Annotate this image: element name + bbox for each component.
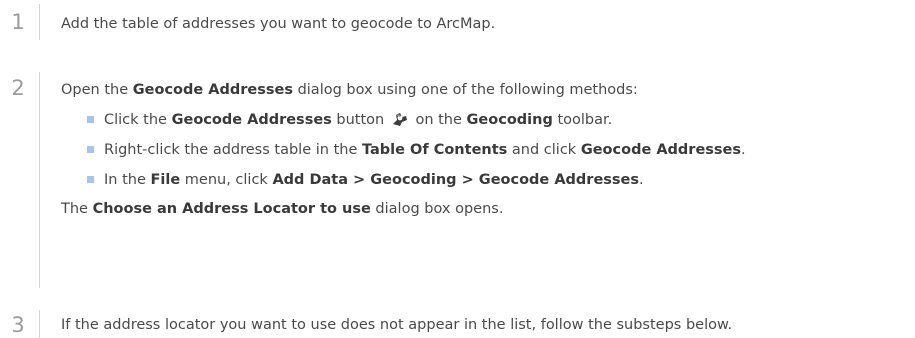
bullet-icon bbox=[87, 146, 94, 153]
intro-text: Open the bbox=[61, 82, 133, 98]
step-number: 2 bbox=[11, 76, 25, 100]
step-text: If the address locator you want to use d… bbox=[61, 317, 733, 333]
step-divider bbox=[39, 310, 40, 338]
item-text: menu, click bbox=[180, 172, 273, 188]
item-text: toolbar. bbox=[552, 112, 613, 128]
item-text: . bbox=[639, 172, 644, 188]
bullet-icon bbox=[87, 116, 94, 123]
outro-text: dialog box opens. bbox=[370, 201, 504, 217]
step-divider bbox=[39, 72, 40, 288]
outro-text: The bbox=[61, 201, 93, 217]
geocode-addresses-icon bbox=[392, 113, 407, 126]
step-intro: Open the Geocode Addresses dialog box us… bbox=[61, 80, 638, 100]
intro-bold: Geocode Addresses bbox=[132, 82, 293, 98]
item-text: In the bbox=[104, 172, 151, 188]
item-text: button bbox=[331, 112, 389, 128]
step-outro: The Choose an Address Locator to use dia… bbox=[61, 199, 503, 219]
item-text: Click the bbox=[104, 112, 172, 128]
item-bold: Geocode Addresses bbox=[171, 112, 332, 128]
intro-text: dialog box using one of the following me… bbox=[292, 82, 638, 98]
item-bold: Add Data > Geocoding > Geocode Addresses bbox=[272, 172, 640, 188]
item-bold: File bbox=[150, 172, 181, 188]
item-bold: Table Of Contents bbox=[361, 142, 508, 158]
item-text: and click bbox=[507, 142, 581, 158]
step-number: 3 bbox=[11, 313, 25, 337]
item-text: . bbox=[741, 142, 746, 158]
item-text: on the bbox=[410, 112, 467, 128]
outro-bold: Choose an Address Locator to use bbox=[92, 201, 371, 217]
item-bold: Geocode Addresses bbox=[580, 142, 742, 158]
item-text: Right-click the address table in the bbox=[104, 142, 362, 158]
step-divider bbox=[39, 4, 40, 40]
item-bold: Geocoding bbox=[466, 112, 553, 128]
bullet-icon bbox=[87, 176, 94, 183]
step-text: Add the table of addresses you want to g… bbox=[61, 16, 496, 32]
step-number: 1 bbox=[11, 10, 25, 34]
